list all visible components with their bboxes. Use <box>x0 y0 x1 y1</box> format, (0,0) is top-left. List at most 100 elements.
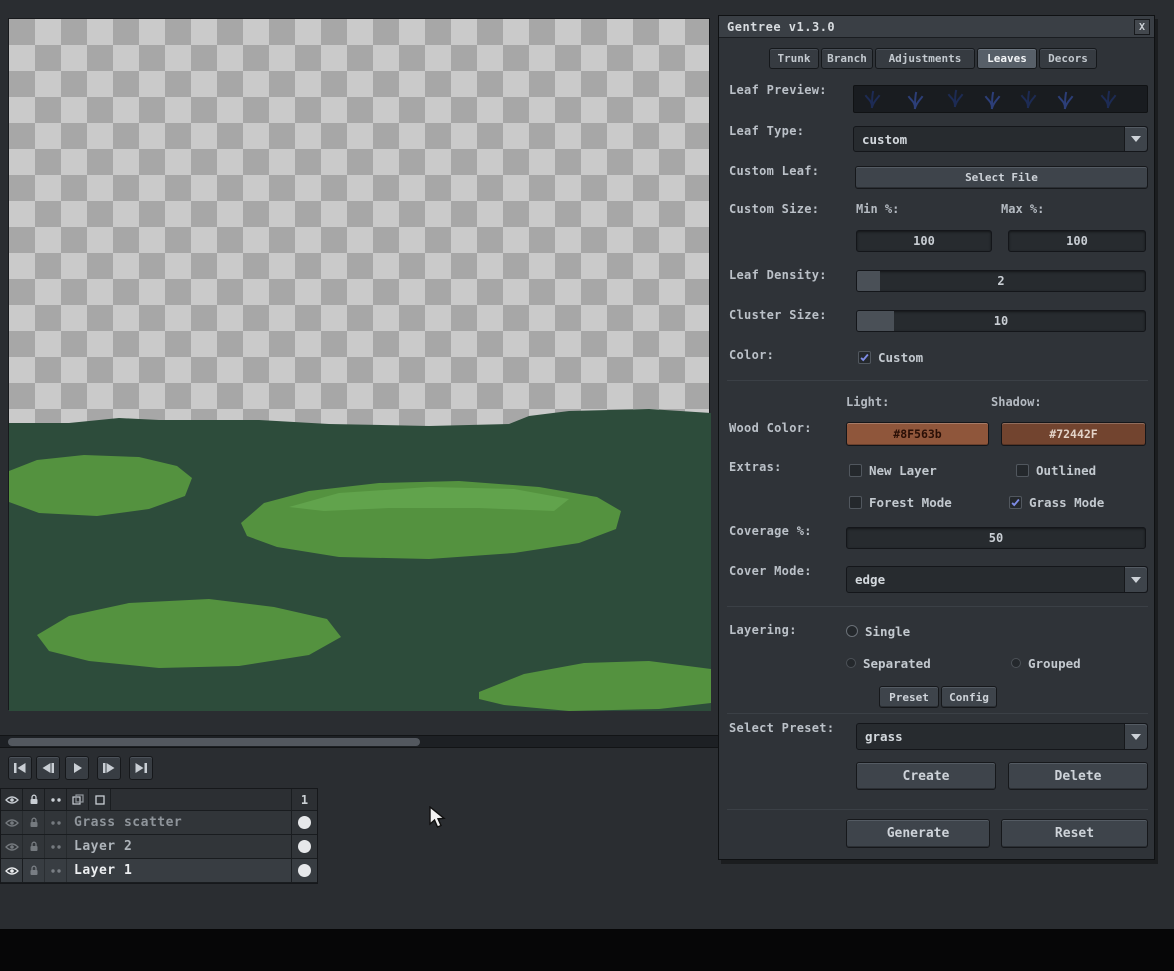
color-custom-checkbox[interactable]: Custom <box>858 349 923 365</box>
forest-mode-checkbox[interactable]: Forest Mode <box>849 494 952 510</box>
dropdown-button[interactable] <box>1124 127 1147 151</box>
tab-decors[interactable]: Decors <box>1039 48 1097 69</box>
canvas-viewport[interactable] <box>8 18 711 711</box>
frame-header-cell[interactable]: 1 <box>291 789 317 810</box>
wood-color-label: Wood Color: <box>729 421 812 435</box>
toggle-all-lock-button[interactable] <box>23 789 45 810</box>
wood-shadow-hex: #72442F <box>1049 427 1098 441</box>
skip-start-icon <box>14 763 26 773</box>
onion-skin-button[interactable] <box>67 789 89 810</box>
play-button[interactable] <box>65 756 89 780</box>
leaf-type-label: Leaf Type: <box>729 124 805 138</box>
generate-button[interactable]: Generate <box>846 819 990 848</box>
close-button[interactable]: X <box>1134 19 1150 35</box>
artwork-grass-hills <box>9 409 711 711</box>
leaf-type-dropdown[interactable]: custom <box>853 126 1148 152</box>
skip-end-button[interactable] <box>129 756 153 780</box>
leaf-sprites <box>864 89 1117 110</box>
min-percent-slider[interactable]: 100 <box>856 230 992 252</box>
layer-visibility-toggle[interactable] <box>1 835 23 858</box>
cover-mode-label: Cover Mode: <box>729 564 812 578</box>
chevron-down-icon <box>1131 576 1141 583</box>
leaf-density-slider[interactable]: 2 <box>856 270 1146 292</box>
config-button[interactable]: Config <box>941 686 997 708</box>
separator <box>727 809 1148 810</box>
button-label: Config <box>949 690 989 704</box>
outlined-checkbox[interactable]: Outlined <box>1016 462 1096 478</box>
coverage-slider[interactable]: 50 <box>846 527 1146 549</box>
cel-cell[interactable] <box>291 811 317 834</box>
max-percent-slider[interactable]: 100 <box>1008 230 1146 252</box>
layer-continuous-toggle[interactable] <box>45 835 67 858</box>
wood-light-color-button[interactable]: #8F563b <box>846 422 989 446</box>
prev-frame-button[interactable] <box>36 756 60 780</box>
layer-lock-toggle[interactable] <box>23 835 45 858</box>
layer-name[interactable]: Layer 1 <box>67 859 291 882</box>
radio-label: Separated <box>863 655 931 671</box>
tab-label: Decors <box>1048 52 1088 65</box>
shadow-column-label: Shadow: <box>991 395 1042 409</box>
eye-icon <box>4 795 19 804</box>
checkbox-label: Custom <box>878 349 924 365</box>
grass-mode-checkbox[interactable]: Grass Mode <box>1009 494 1104 510</box>
min-percent-label: Min %: <box>856 202 900 216</box>
checkbox-label: Forest Mode <box>869 494 952 510</box>
new-layer-checkbox[interactable]: New Layer <box>849 462 937 478</box>
tab-leaves[interactable]: Leaves <box>977 48 1037 69</box>
button-label: Select File <box>965 171 1038 184</box>
layer-row-layer-1[interactable]: Layer 1 <box>1 859 317 883</box>
toggle-all-visibility-button[interactable] <box>1 789 23 810</box>
button-label: Preset <box>889 690 929 704</box>
cover-mode-dropdown[interactable]: edge <box>846 566 1148 593</box>
layer-row-grass-scatter[interactable]: Grass scatter <box>1 811 317 835</box>
dropdown-button[interactable] <box>1124 724 1147 749</box>
skip-start-button[interactable] <box>8 756 32 780</box>
layer-continuous-toggle[interactable] <box>45 811 67 834</box>
leaf-preview-label: Leaf Preview: <box>729 83 827 97</box>
layer-visibility-toggle[interactable] <box>1 859 23 882</box>
leaf-density-label: Leaf Density: <box>729 268 827 282</box>
reset-button[interactable]: Reset <box>1001 819 1148 848</box>
layer-lock-toggle[interactable] <box>23 811 45 834</box>
timeline-options-button[interactable] <box>89 789 111 810</box>
onion-dots-icon <box>50 797 61 802</box>
lock-icon <box>30 865 37 875</box>
layer-name[interactable]: Layer 2 <box>67 835 291 858</box>
lock-icon <box>30 841 37 851</box>
layering-separated-radio[interactable]: Separated <box>846 655 931 671</box>
dropdown-button[interactable] <box>1124 567 1147 592</box>
cel-cell[interactable] <box>291 859 317 882</box>
layering-grouped-radio[interactable]: Grouped <box>1011 655 1081 671</box>
tab-trunk[interactable]: Trunk <box>769 48 819 69</box>
cluster-size-slider[interactable]: 10 <box>856 310 1146 332</box>
layering-single-radio[interactable]: Single <box>846 623 910 639</box>
create-button[interactable]: Create <box>856 762 996 790</box>
layer-name[interactable]: Grass scatter <box>67 811 291 834</box>
onion-dots-icon <box>50 820 61 825</box>
cel-dot-icon <box>298 864 311 877</box>
coverage-value: 50 <box>988 531 1004 545</box>
layer-continuous-toggle[interactable] <box>45 859 67 882</box>
leaf-preview-box <box>853 85 1148 113</box>
cel-cell[interactable] <box>291 835 317 858</box>
select-preset-dropdown[interactable]: grass <box>856 723 1148 750</box>
checkbox-label: Grass Mode <box>1029 494 1105 510</box>
horizontal-scrollbar[interactable] <box>0 735 718 748</box>
next-frame-button[interactable] <box>97 756 121 780</box>
dialog-titlebar[interactable]: Gentree v1.3.0 <box>719 16 1154 38</box>
scrollbar-handle[interactable] <box>8 738 420 746</box>
max-percent-value: 100 <box>1066 234 1088 248</box>
radio-label: Single <box>865 623 911 639</box>
layer-lock-toggle[interactable] <box>23 859 45 882</box>
select-file-button[interactable]: Select File <box>855 166 1148 189</box>
play-icon <box>74 763 82 773</box>
layer-visibility-toggle[interactable] <box>1 811 23 834</box>
tab-branch[interactable]: Branch <box>821 48 873 69</box>
tab-adjustments[interactable]: Adjustments <box>875 48 975 69</box>
delete-button[interactable]: Delete <box>1008 762 1148 790</box>
leaf-sprite-icon <box>1100 90 1117 109</box>
toggle-all-continuous-button[interactable] <box>45 789 67 810</box>
layer-row-layer-2[interactable]: Layer 2 <box>1 835 317 859</box>
preset-button[interactable]: Preset <box>879 686 939 708</box>
wood-shadow-color-button[interactable]: #72442F <box>1001 422 1146 446</box>
